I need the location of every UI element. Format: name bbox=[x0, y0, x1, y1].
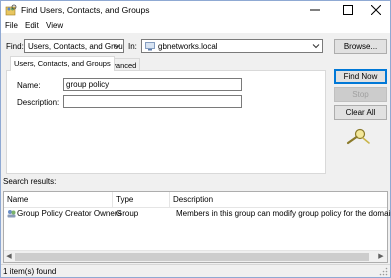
minimize-button[interactable] bbox=[301, 1, 329, 19]
scroll-left-icon[interactable]: ◀ bbox=[4, 252, 14, 262]
name-input[interactable]: group policy bbox=[63, 78, 242, 91]
column-header-description[interactable]: Description bbox=[170, 192, 387, 207]
browse-button[interactable]: Browse... bbox=[334, 39, 387, 54]
find-type-value: Users, Contacts, and Groups bbox=[28, 42, 124, 51]
title-bar: Find Users, Contacts, and Groups bbox=[1, 1, 390, 19]
chevron-down-icon bbox=[113, 44, 121, 49]
scroll-thumb[interactable] bbox=[15, 253, 369, 261]
search-results-label: Search results: bbox=[3, 177, 57, 186]
find-now-button[interactable]: Find Now bbox=[334, 69, 387, 84]
status-text: 1 item(s) found bbox=[3, 267, 57, 276]
find-type-select[interactable]: Users, Contacts, and Groups bbox=[24, 39, 124, 53]
result-type: Group bbox=[116, 209, 139, 218]
magnifier-icon bbox=[346, 128, 370, 145]
minimize-icon bbox=[310, 9, 320, 11]
tab-users-contacts-groups[interactable]: Users, Contacts, and Groups bbox=[10, 56, 115, 71]
in-location-select[interactable]: gbnetworks.local bbox=[141, 39, 323, 53]
result-description: Members in this group can modify group p… bbox=[176, 209, 391, 218]
description-label: Description: bbox=[17, 98, 60, 107]
scroll-right-icon[interactable]: ▶ bbox=[376, 252, 386, 262]
close-icon bbox=[371, 5, 381, 15]
maximize-button[interactable] bbox=[334, 1, 362, 19]
description-input[interactable] bbox=[63, 95, 242, 108]
name-label: Name: bbox=[17, 81, 41, 90]
in-location-value: gbnetworks.local bbox=[158, 42, 218, 51]
header-divider bbox=[4, 207, 387, 208]
find-dialog-window: Find Users, Contacts, and Groups File Ed… bbox=[0, 0, 391, 278]
results-list: Name Type Description Group Policy Creat… bbox=[3, 191, 391, 263]
in-label: In: bbox=[128, 42, 137, 51]
stop-button[interactable]: Stop bbox=[334, 87, 387, 102]
group-icon bbox=[7, 210, 16, 218]
resize-grip-icon[interactable] bbox=[379, 267, 388, 276]
close-button[interactable] bbox=[362, 1, 390, 19]
find-label: Find: bbox=[6, 42, 24, 51]
menu-file[interactable]: File bbox=[5, 21, 18, 30]
menu-bar: File Edit View bbox=[1, 19, 390, 33]
maximize-icon bbox=[343, 5, 353, 15]
column-header-name[interactable]: Name bbox=[4, 192, 113, 207]
column-header-type[interactable]: Type bbox=[113, 192, 170, 207]
clear-all-button[interactable]: Clear All bbox=[334, 105, 387, 120]
chevron-down-icon bbox=[312, 44, 320, 49]
search-criteria-panel: Name: group policy Description: bbox=[6, 70, 326, 174]
menu-view[interactable]: View bbox=[46, 21, 63, 30]
result-name: Group Policy Creator Owners bbox=[17, 209, 122, 218]
find-users-icon bbox=[5, 4, 17, 16]
horizontal-scrollbar[interactable]: ◀ ▶ bbox=[4, 250, 387, 262]
window-title: Find Users, Contacts, and Groups bbox=[21, 5, 150, 15]
domain-icon bbox=[145, 42, 155, 51]
menu-edit[interactable]: Edit bbox=[25, 21, 39, 30]
status-bar: 1 item(s) found bbox=[1, 264, 390, 277]
